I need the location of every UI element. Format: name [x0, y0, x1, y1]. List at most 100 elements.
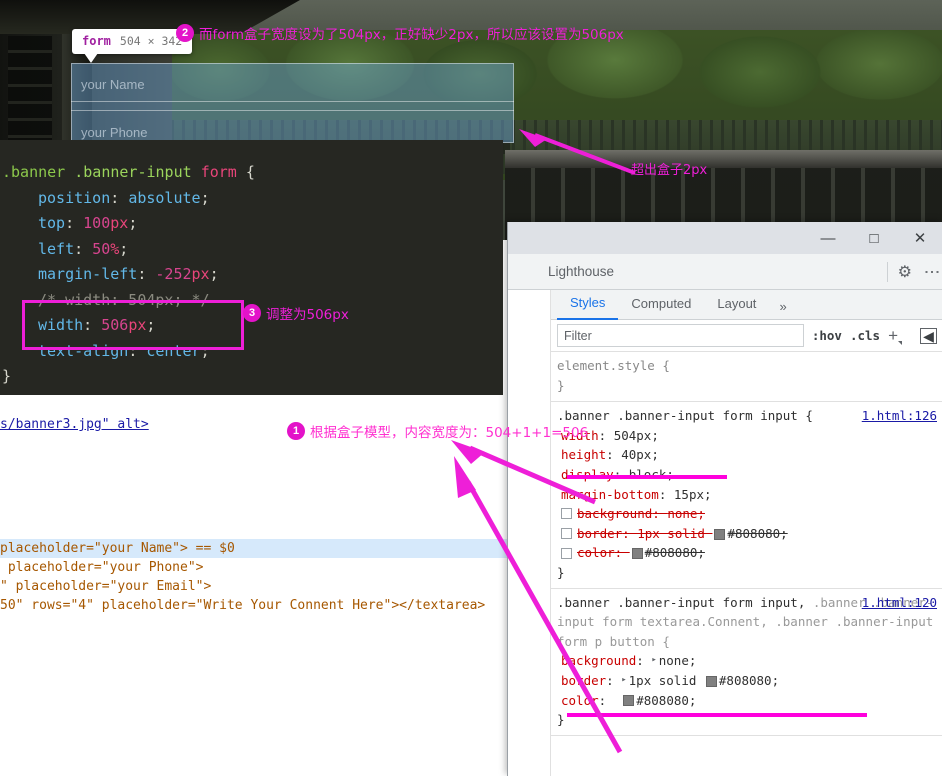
element-style-close: }	[557, 377, 565, 393]
tab-layout[interactable]: Layout	[704, 294, 769, 319]
expand-triangle-background[interactable]: ▸	[651, 651, 656, 671]
input-divider	[71, 101, 514, 102]
decl-width[interactable]: width: 504px;	[551, 426, 942, 446]
close-icon[interactable]: ✕	[897, 222, 942, 254]
code-prop-position: position	[38, 188, 111, 207]
annotation-text-2: 而form盒子宽度设为了504px，正好缺少2px，所以应该设置为506px	[199, 27, 624, 43]
annotation-badge-1: 1	[287, 422, 305, 440]
source-line-name[interactable]: placeholder="your Name"> == $0	[0, 539, 548, 558]
filter-input[interactable]: Filter	[557, 324, 804, 347]
source-line-textarea[interactable]: 50" rows="4" placeholder="Write Your Con…	[0, 596, 548, 615]
annotation-overflow-text: 超出盒子2px	[631, 163, 708, 178]
source-text-email: " placeholder="your Email">	[0, 579, 212, 594]
code-prop-top: top	[38, 214, 66, 232]
color-swatch-border[interactable]	[714, 528, 726, 540]
element-style-selector: element.style {	[557, 358, 670, 373]
form-element-highlight: your Name your Phone	[71, 63, 514, 143]
decl-prop-background: background	[577, 506, 653, 522]
devtools-top-tabbar: Lighthouse ⚙ ⋮	[508, 254, 942, 290]
code-line-position: position: absolute;	[38, 188, 210, 207]
styles-tabbar: Styles Computed Layout »	[551, 290, 942, 320]
color-swatch-color[interactable]	[631, 548, 643, 560]
annotation-badge-2: 2	[176, 24, 194, 42]
annotation-text-1: 根据盒子模型，内容宽度为：504+1+1=506	[310, 425, 589, 441]
html-source-pane[interactable]: s/banner3.jpg" alt> placeholder="your Na…	[0, 395, 549, 776]
element-size-tooltip: form 504 × 342	[72, 29, 193, 63]
code-val-top: 100	[83, 214, 111, 232]
maximize-icon[interactable]: □	[851, 222, 897, 254]
decl-background[interactable]: background: ▸ none;	[551, 651, 942, 671]
annotation-overflow: 超出盒子2px	[631, 159, 707, 178]
code-highlight-box	[22, 300, 244, 350]
tab-lighthouse[interactable]: Lighthouse	[548, 264, 877, 279]
input-placeholder-name: your Name	[81, 77, 145, 92]
toggle-sidebar-icon[interactable]: ◀	[920, 327, 937, 344]
code-selector-3: form	[200, 163, 237, 181]
source-text-name: placeholder="your Name"> == $0	[0, 541, 235, 556]
source-text-textarea: 50" rows="4" placeholder="Write Your Con…	[0, 598, 486, 613]
hov-button[interactable]: :hov	[812, 328, 842, 343]
gear-icon[interactable]: ⚙	[898, 262, 912, 282]
tooltip-dimensions: 504 × 342	[119, 34, 183, 48]
decl-margin-bottom[interactable]: margin-bottom: 15px;	[551, 485, 942, 505]
code-selector-1: .banner	[2, 163, 66, 181]
expand-triangle-border[interactable]: ▸	[621, 671, 626, 691]
decl-prop-color-2: color	[561, 692, 599, 708]
source-line-email[interactable]: " placeholder="your Email">	[0, 577, 548, 596]
code-close-brace: }	[2, 367, 12, 385]
styles-filter-row: Filter :hov .cls + ◀	[551, 320, 942, 352]
code-selector-2: .banner-input	[74, 163, 192, 181]
decl-checkbox-color[interactable]	[561, 547, 572, 559]
annotation-1: 1 根据盒子模型，内容宽度为：504+1+1=506	[287, 421, 588, 441]
annotation-3: 3 调整为506px	[243, 303, 349, 323]
new-style-rule-button[interactable]: +	[888, 326, 902, 346]
annotation-text-3: 调整为506px	[266, 307, 349, 323]
color-swatch-color-2[interactable]	[623, 695, 635, 707]
css-rule-input[interactable]: 1.html:126 .banner .banner-input form in…	[551, 402, 942, 589]
minimize-icon[interactable]: —	[805, 222, 851, 254]
cls-button[interactable]: .cls	[850, 328, 880, 343]
decl-color-2[interactable]: color: #808080;	[551, 691, 942, 711]
decl-prop-background-2: background	[561, 653, 637, 669]
decl-height[interactable]: height: 40px;	[551, 445, 942, 465]
color-swatch-border-2[interactable]	[705, 675, 717, 687]
dom-tree-gutter	[508, 290, 551, 776]
css-rule-group[interactable]: 1.html:120 .banner .banner-input form in…	[551, 589, 942, 736]
rule-source-link-1[interactable]: 1.html:126	[862, 406, 937, 426]
code-unit-left: %	[110, 239, 120, 258]
decl-background-disabled[interactable]: background: none;	[551, 504, 942, 524]
code-line-selector: .banner .banner-input form {	[0, 160, 503, 186]
kebab-menu-icon[interactable]: ⋮	[923, 264, 940, 280]
underline-highlight-border	[567, 712, 867, 717]
source-line-phone[interactable]: placeholder="your Phone">	[0, 558, 548, 577]
input-divider	[71, 110, 514, 111]
annotation-2: 2 而form盒子宽度设为了504px，正好缺少2px，所以应该设置为506px	[176, 23, 624, 43]
code-line-left: left: 50%;	[38, 239, 129, 258]
decl-border-2[interactable]: border: ▸ 1px solid #808080;	[551, 671, 942, 691]
tab-styles[interactable]: Styles	[557, 293, 619, 320]
decl-prop-height: height	[561, 447, 607, 463]
devtools-body: Styles Computed Layout » Filter :hov .cl…	[508, 290, 942, 776]
decl-prop-border-2: border	[561, 672, 607, 688]
decl-prop-margin-bottom: margin-bottom	[561, 486, 659, 502]
styles-rules-list: element.style { } 1.html:126 .banner .ba…	[551, 352, 942, 776]
window-titlebar: — □ ✕	[508, 222, 942, 254]
code-unit-top: px	[110, 214, 129, 232]
decl-prop-color: color	[577, 545, 615, 561]
more-tabs-icon[interactable]: »	[769, 299, 796, 319]
source-text-phone: placeholder="your Phone">	[0, 560, 204, 575]
rule-selector-2-main: .banner .banner-input form input,	[557, 594, 806, 610]
rule-close-brace-2: }	[557, 712, 565, 728]
decl-color-disabled[interactable]: color: #808080;	[551, 543, 942, 563]
code-open-brace: {	[245, 163, 255, 181]
tab-computed[interactable]: Computed	[618, 294, 704, 319]
rule-source-link-2[interactable]: 1.html:120	[862, 593, 937, 613]
decl-prop-border: border	[577, 525, 623, 541]
code-line-top: top: 100px;	[38, 214, 138, 232]
decl-checkbox-border[interactable]	[561, 528, 572, 540]
element-style-rule[interactable]: element.style { }	[551, 352, 942, 403]
browser-window: — □ ✕ Lighthouse ⚙ ⋮ Styles Computed Lay…	[507, 222, 942, 776]
decl-border-disabled[interactable]: border: 1px solid #808080;	[551, 524, 942, 544]
css-code-editor[interactable]: .banner .banner-input form { position: a…	[0, 140, 503, 395]
decl-checkbox-background[interactable]	[561, 508, 572, 520]
